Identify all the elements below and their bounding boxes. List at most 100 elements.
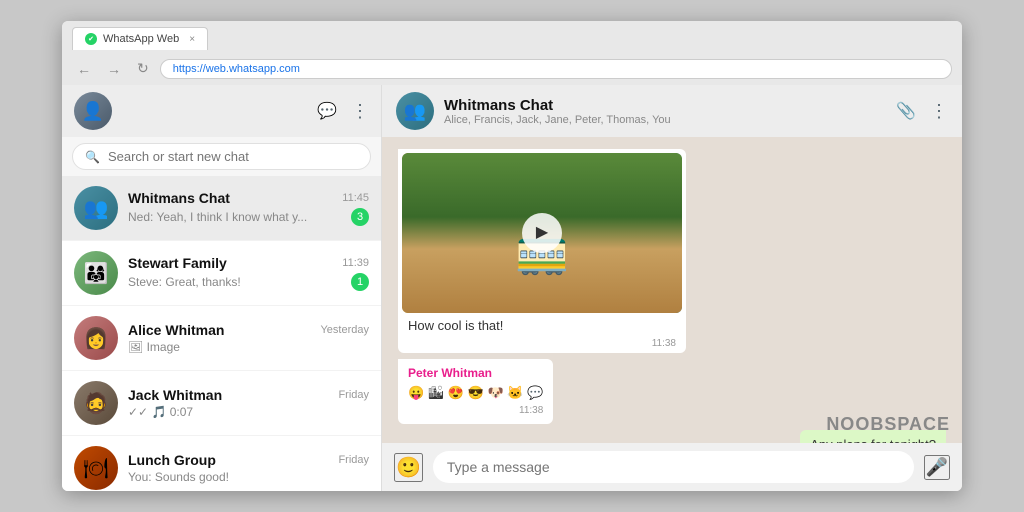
chat-list: 👥 Whitmans Chat 11:45 Ned: Yeah, I think… <box>62 176 381 491</box>
message-input[interactable] <box>433 451 914 483</box>
chat-avatar-icon-whitmans: 👥 <box>84 196 109 221</box>
play-button[interactable]: ▶ <box>522 213 562 253</box>
url-bar[interactable] <box>160 59 952 79</box>
chat-time-whitmans: 11:45 <box>342 192 369 204</box>
sidebar: 👤 💬 ⋮ 🔍 <box>62 85 382 491</box>
noobspace-watermark: NOOBSPACE <box>826 414 950 435</box>
messages-area: 🚃 ▶ How cool is that! 11:38 Peter Whitma <box>382 137 962 443</box>
chat-avatar-stewart: 👨‍👩‍👧 <box>74 251 118 295</box>
chat-name-whitmans: Whitmans Chat <box>128 190 230 206</box>
search-icon: 🔍 <box>85 150 100 164</box>
peter-meta: 11:38 <box>408 404 543 418</box>
chat-preview-lunch: You: Sounds good! <box>128 470 229 484</box>
chat-time-lunch: Friday <box>338 454 369 466</box>
whatsapp-app: 👤 💬 ⋮ 🔍 <box>62 85 962 491</box>
user-avatar[interactable]: 👤 <box>74 92 112 130</box>
chat-bottom-whitmans: Ned: Yeah, I think I know what y... 3 <box>128 208 369 226</box>
user-avatar-img: 👤 <box>74 92 112 130</box>
chat-badge-whitmans: 3 <box>351 208 369 226</box>
video-caption: How cool is that! <box>408 318 503 333</box>
chat-item-lunch[interactable]: 🍽 Lunch Group Friday You: Sounds good! <box>62 436 381 491</box>
chat-preview-stewart: Steve: Great, thanks! <box>128 275 241 289</box>
new-chat-btn[interactable]: 💬 <box>317 101 337 121</box>
chat-bottom-stewart: Steve: Great, thanks! 1 <box>128 273 369 291</box>
video-time: 11:38 <box>652 337 676 351</box>
chat-name-lunch: Lunch Group <box>128 452 216 468</box>
chat-preview-whitmans: Ned: Yeah, I think I know what y... <box>128 210 307 224</box>
chat-item-alice[interactable]: 👩 Alice Whitman Yesterday 🖼 Image <box>62 306 381 371</box>
chat-info-alice: Alice Whitman Yesterday 🖼 Image <box>128 322 369 354</box>
chat-top-alice: Alice Whitman Yesterday <box>128 322 369 338</box>
chat-header-icons: 📎 ⋮ <box>896 101 948 122</box>
chat-bottom-jack: ✓✓ 🎵 0:07 <box>128 405 369 419</box>
mic-btn[interactable]: 🎤 <box>924 455 950 480</box>
chat-info-stewart: Stewart Family 11:39 Steve: Great, thank… <box>128 255 369 291</box>
video-message: 🚃 ▶ How cool is that! 11:38 <box>398 149 686 353</box>
peter-text: 😛 🏙 😍 😎 🐶 🐱 💬 <box>408 384 543 402</box>
browser-window: ✔ WhatsApp Web × ← → ↻ 👤 <box>62 21 962 491</box>
chat-info-lunch: Lunch Group Friday You: Sounds good! <box>128 452 369 484</box>
chat-name-alice: Alice Whitman <box>128 322 224 338</box>
browser-chrome: ✔ WhatsApp Web × ← → ↻ <box>62 21 962 85</box>
chat-time-stewart: 11:39 <box>342 257 369 269</box>
sidebar-menu-btn[interactable]: ⋮ <box>351 101 369 122</box>
chat-avatar-icon-lunch: 🍽 <box>83 456 108 481</box>
tab-favicon: ✔ <box>85 33 97 45</box>
chat-avatar-whitmans: 👥 <box>74 186 118 230</box>
video-meta: 11:38 <box>408 337 676 351</box>
sidebar-header-icons: 💬 ⋮ <box>317 101 369 122</box>
chat-top-whitmans: Whitmans Chat 11:45 <box>128 190 369 206</box>
chat-item-jack[interactable]: 🧔 Jack Whitman Friday ✓✓ 🎵 0:07 <box>62 371 381 436</box>
chat-bottom-alice: 🖼 Image <box>128 340 369 354</box>
chat-avatar-jack: 🧔 <box>74 381 118 425</box>
chat-menu-icon: ⋮ <box>930 101 948 122</box>
back-btn[interactable]: ← <box>72 59 96 79</box>
forward-btn[interactable]: → <box>102 59 126 79</box>
outgoing-text: Any plans for tonight? <box>810 436 936 443</box>
refresh-btn[interactable]: ↻ <box>132 58 154 79</box>
nav-bar: ← → ↻ <box>72 54 952 85</box>
chat-name-jack: Jack Whitman <box>128 387 222 403</box>
peter-sender: Peter Whitman <box>408 365 543 382</box>
chat-main: 👥 Whitmans Chat Alice, Francis, Jack, Ja… <box>382 85 962 491</box>
chat-bottom-lunch: You: Sounds good! <box>128 470 369 484</box>
attach-btn[interactable]: 📎 <box>896 101 916 121</box>
chat-avatar-icon-jack: 🧔 <box>84 391 109 416</box>
chat-item-whitmans[interactable]: 👥 Whitmans Chat 11:45 Ned: Yeah, I think… <box>62 176 381 241</box>
chat-avatar-lunch: 🍽 <box>74 446 118 490</box>
search-input[interactable] <box>108 149 358 164</box>
video-thumbnail[interactable]: 🚃 ▶ <box>402 153 682 313</box>
chat-info-whitmans: Whitmans Chat 11:45 Ned: Yeah, I think I… <box>128 190 369 226</box>
search-input-wrap: 🔍 <box>72 143 371 170</box>
tab-label: WhatsApp Web <box>103 33 179 45</box>
chat-item-stewart[interactable]: 👨‍👩‍👧 Stewart Family 11:39 Steve: Great,… <box>62 241 381 306</box>
chat-preview-alice: 🖼 Image <box>128 340 180 354</box>
sidebar-header-left: 👤 <box>74 92 112 130</box>
chat-top-lunch: Lunch Group Friday <box>128 452 369 468</box>
chat-header-info: Whitmans Chat Alice, Francis, Jack, Jane… <box>444 97 886 126</box>
chat-time-jack: Friday <box>338 389 369 401</box>
new-chat-icon: 💬 <box>317 101 337 121</box>
chat-menu-btn[interactable]: ⋮ <box>930 101 948 122</box>
search-bar-container: 🔍 <box>62 137 381 176</box>
active-tab[interactable]: ✔ WhatsApp Web × <box>72 27 208 50</box>
emoji-icon: 🙂 <box>396 457 421 479</box>
tab-bar: ✔ WhatsApp Web × <box>72 27 952 50</box>
sidebar-menu-icon: ⋮ <box>351 101 369 122</box>
peter-message: Peter Whitman 😛 🏙 😍 😎 🐶 🐱 💬 11:38 <box>398 359 553 424</box>
chat-top-stewart: Stewart Family 11:39 <box>128 255 369 271</box>
chat-name-stewart: Stewart Family <box>128 255 227 271</box>
chat-header-members: Alice, Francis, Jack, Jane, Peter, Thoma… <box>444 114 886 126</box>
sidebar-header: 👤 💬 ⋮ <box>62 85 381 137</box>
tab-close-btn[interactable]: × <box>189 34 195 45</box>
chat-avatar-alice: 👩 <box>74 316 118 360</box>
chat-avatar-icon-stewart: 👨‍👩‍👧 <box>84 261 109 286</box>
attach-icon: 📎 <box>896 101 916 121</box>
chat-info-jack: Jack Whitman Friday ✓✓ 🎵 0:07 <box>128 387 369 419</box>
chat-header-avatar-img: 👥 <box>396 92 434 130</box>
browser-content: 👤 💬 ⋮ 🔍 <box>62 85 962 491</box>
mic-icon: 🎤 <box>926 457 948 477</box>
chat-avatar-icon-alice: 👩 <box>84 326 109 351</box>
emoji-btn[interactable]: 🙂 <box>394 453 423 482</box>
chat-top-jack: Jack Whitman Friday <box>128 387 369 403</box>
